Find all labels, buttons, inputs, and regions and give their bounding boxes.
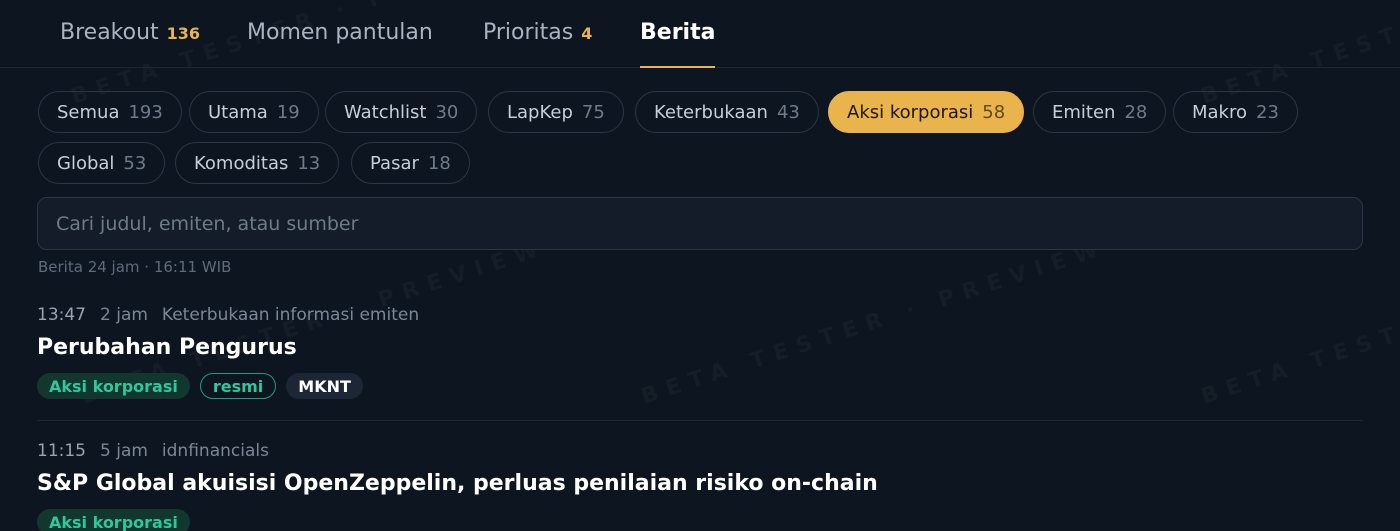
news-age: 2 jam xyxy=(100,305,148,325)
news-tags: Aksi korporasi xyxy=(37,509,190,531)
chip-count: 75 xyxy=(581,101,605,123)
tab-label: Prioritas xyxy=(483,20,574,45)
news-source: Keterbukaan informasi emiten xyxy=(161,305,420,325)
filter-emiten[interactable]: Emiten 28 xyxy=(1033,91,1167,133)
news-time: 11:15 xyxy=(37,441,86,461)
chip-count: 23 xyxy=(1256,101,1279,123)
tab-breakout[interactable]: Breakout 136 xyxy=(60,20,200,68)
chip-label: Utama xyxy=(208,101,268,123)
tab-bar: Breakout 136 Momen pantulan Prioritas 4 Be… xyxy=(0,0,1400,68)
news-source: idnfinancials xyxy=(161,441,269,461)
filter-lapkep[interactable]: LapKep 75 xyxy=(488,91,624,133)
chip-count: 28 xyxy=(1124,101,1148,123)
chip-label: Pasar xyxy=(370,152,419,174)
tab-momen-pantulan[interactable]: Momen pantulan xyxy=(247,20,433,68)
chip-count: 193 xyxy=(128,101,163,123)
search-input[interactable] xyxy=(37,197,1363,250)
news-time: 13:47 xyxy=(37,305,86,325)
chip-count: 30 xyxy=(435,101,459,123)
chip-label: Komoditas xyxy=(194,152,289,174)
chip-label: Aksi korporasi xyxy=(847,101,974,123)
news-page: BETA TESTER · PREVIEW BETA TESTER · PREV… xyxy=(0,0,1400,531)
filter-komoditas[interactable]: Komoditas 13 xyxy=(175,142,340,184)
news-headline[interactable]: Perubahan Pengurus xyxy=(37,335,297,360)
chip-label: Emiten xyxy=(1052,101,1116,123)
tab-berita[interactable]: Berita xyxy=(640,20,716,68)
chip-label: Semua xyxy=(57,101,120,123)
tab-label: Breakout xyxy=(60,20,159,45)
news-age: 5 jam xyxy=(100,441,148,461)
chip-count: 58 xyxy=(982,101,1006,123)
category-tag[interactable]: Aksi korporasi xyxy=(37,373,190,399)
tab-count-badge: 4 xyxy=(581,24,593,43)
tab-count-badge: 136 xyxy=(166,24,201,43)
chip-count: 18 xyxy=(427,152,451,174)
news-summary: Berita 24 jam · 16:11 WIB xyxy=(38,258,232,276)
tab-label: Berita xyxy=(640,20,716,45)
news-meta: 11:15 5 jam idnfinancials xyxy=(37,441,269,461)
tab-label: Momen pantulan xyxy=(247,20,433,45)
divider xyxy=(37,420,1363,421)
filter-global[interactable]: Global 53 xyxy=(38,142,166,184)
filter-pasar[interactable]: Pasar 18 xyxy=(351,142,470,184)
news-item[interactable]: 13:47 2 jam Keterbukaan informasi emiten P… xyxy=(37,305,1363,415)
news-headline[interactable]: S&P Global akuisisi OpenZeppelin, perlua… xyxy=(37,471,878,496)
news-tags: Aksi korporasi resmi MKNT xyxy=(37,373,363,399)
chip-count: 53 xyxy=(123,152,147,174)
filter-keterbukaan[interactable]: Keterbukaan 43 xyxy=(635,91,819,133)
category-tag[interactable]: Aksi korporasi xyxy=(37,509,190,531)
chip-count: 19 xyxy=(276,101,300,123)
official-tag: resmi xyxy=(199,373,277,399)
filter-makro[interactable]: Makro 23 xyxy=(1173,91,1298,133)
filter-semua[interactable]: Semua 193 xyxy=(38,91,182,133)
chip-label: Watchlist xyxy=(344,101,427,123)
news-item[interactable]: 11:15 5 jam idnfinancials S&P Global akuis… xyxy=(37,441,1363,531)
filter-utama[interactable]: Utama 19 xyxy=(189,91,319,133)
chip-label: Keterbukaan xyxy=(654,101,768,123)
filter-aksi-korporasi[interactable]: Aksi korporasi 58 xyxy=(828,91,1025,133)
chip-count: 13 xyxy=(297,152,321,174)
chip-count: 43 xyxy=(776,101,800,123)
filter-watchlist[interactable]: Watchlist 30 xyxy=(325,91,478,133)
news-meta: 13:47 2 jam Keterbukaan informasi emiten xyxy=(37,305,419,325)
chip-label: Makro xyxy=(1192,101,1248,123)
tab-prioritas[interactable]: Prioritas 4 xyxy=(483,20,592,68)
ticker-tag[interactable]: MKNT xyxy=(286,373,363,399)
chip-label: Global xyxy=(57,152,115,174)
chip-label: LapKep xyxy=(507,101,573,123)
